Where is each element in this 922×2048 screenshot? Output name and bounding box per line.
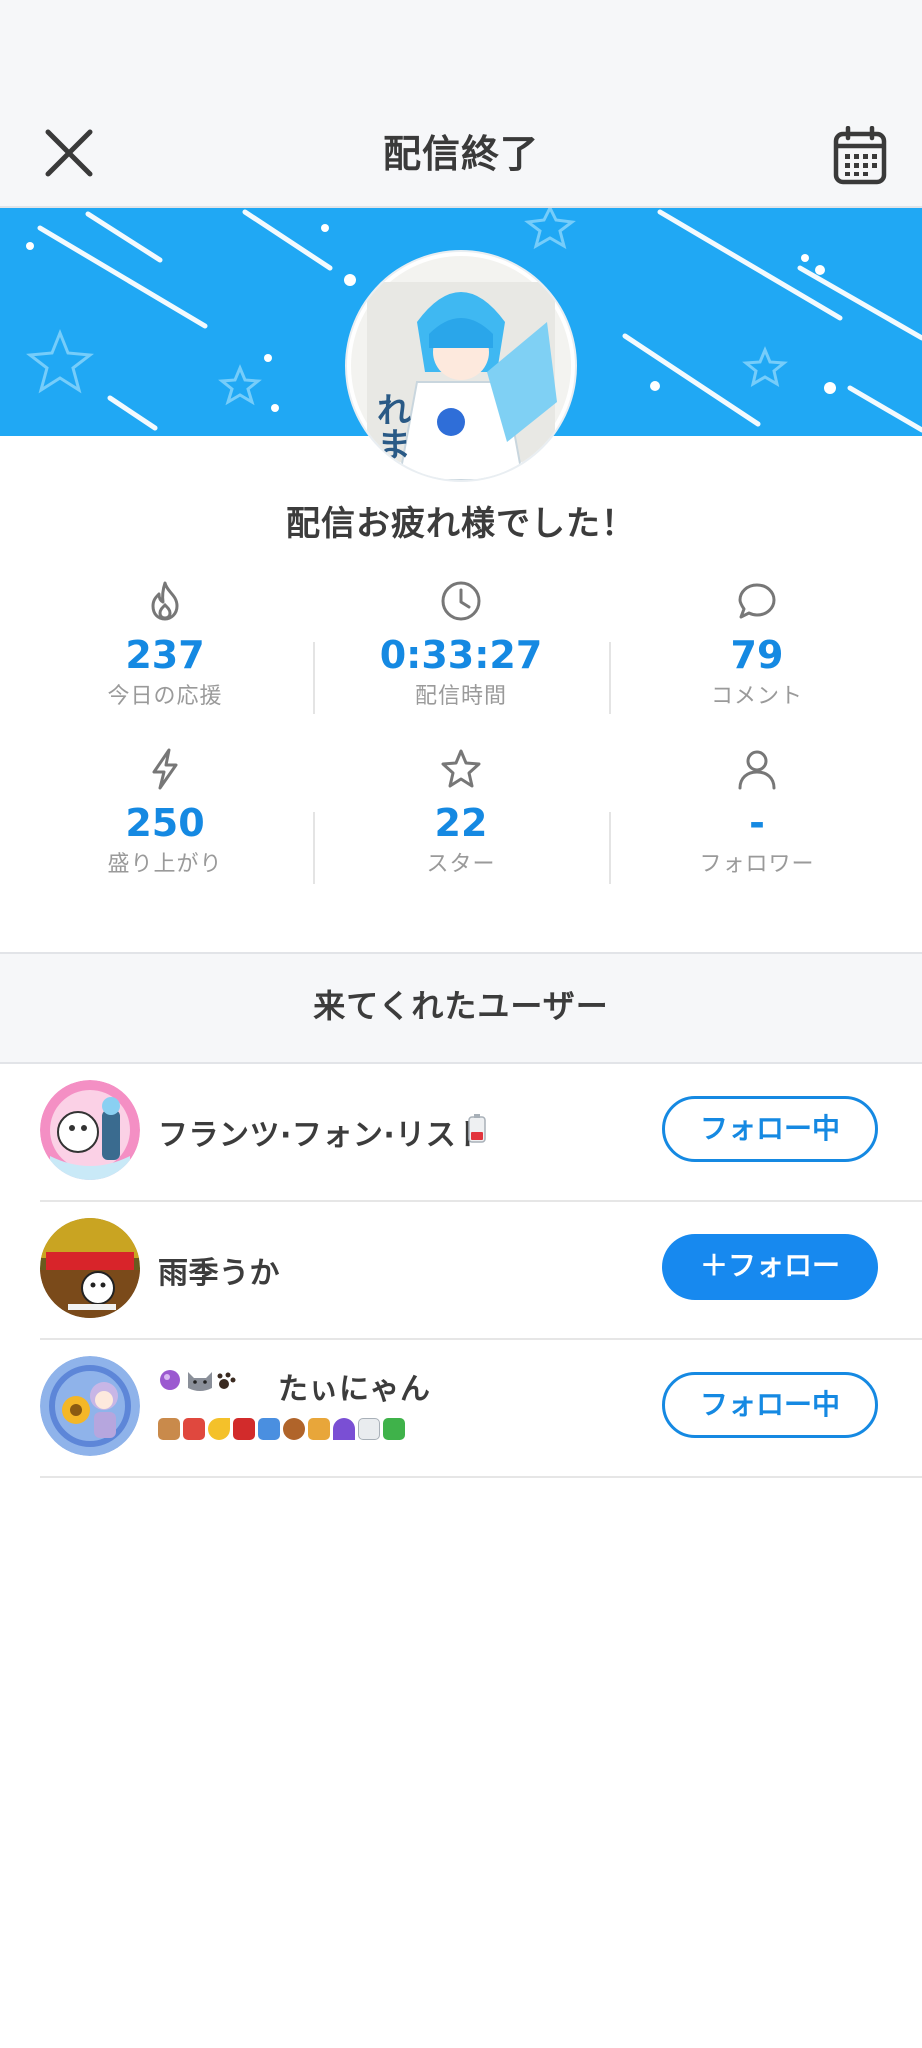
- lightning-icon: [152, 748, 178, 790]
- oni-mask-emoji-icon: [233, 1418, 255, 1440]
- header: 配信終了: [0, 100, 922, 208]
- stat-value: 22: [434, 801, 488, 845]
- following-button[interactable]: フォロー中: [662, 1096, 878, 1162]
- stat-divider: [609, 642, 611, 714]
- stat-label: コメント: [710, 684, 803, 709]
- stat-excitement: 250 盛り上がり: [17, 746, 313, 880]
- stat-label: 盛り上がり: [107, 852, 223, 877]
- thanks-message: 配信お疲れ様でした！: [286, 504, 636, 544]
- emoji-decoration-strip: [158, 1418, 405, 1440]
- user-avatar[interactable]: [40, 1356, 140, 1456]
- avatar-image: [40, 1218, 140, 1318]
- stat-followers: - フォロワー: [609, 746, 905, 880]
- section-title: 来てくれたユーザー: [313, 987, 609, 1025]
- user-name: 雨季うか: [158, 1256, 280, 1291]
- avatar-image: れ ま: [351, 256, 571, 480]
- calendar-icon: [833, 125, 887, 185]
- stat-label: スター: [426, 852, 496, 877]
- moon-emoji-icon: [208, 1418, 230, 1440]
- person-icon: [738, 750, 776, 790]
- butterfly-emoji-icon: [258, 1418, 280, 1440]
- feather-emoji-icon: [158, 1418, 180, 1440]
- beginner-mark-emoji-icon: [383, 1418, 405, 1440]
- emoji-prefix-icons: [160, 1370, 236, 1391]
- user-row: たぃにゃん フォロー中: [40, 1340, 922, 1478]
- star-icon: [441, 749, 481, 788]
- user-avatar[interactable]: [40, 1218, 140, 1318]
- stat-label: 今日の応援: [107, 684, 223, 709]
- stat-value: -: [749, 801, 765, 845]
- avatar-image: [40, 1080, 140, 1180]
- pudding-emoji-icon: [308, 1418, 330, 1440]
- stat-label: フォロワー: [699, 852, 815, 877]
- user-avatar[interactable]: [40, 1080, 140, 1180]
- umbrella-emoji-icon: [333, 1418, 355, 1440]
- stat-value: 79: [730, 633, 784, 677]
- stat-value: 250: [125, 801, 205, 845]
- stat-comments: 79 コメント: [609, 578, 905, 712]
- teddy-bear-emoji-icon: [283, 1418, 305, 1440]
- following-button[interactable]: フォロー中: [662, 1372, 878, 1438]
- stat-value: 0:33:27: [379, 633, 543, 677]
- stat-divider: [313, 812, 315, 884]
- stat-value: 237: [125, 633, 205, 677]
- svg-text:ま: ま: [377, 426, 411, 466]
- flame-icon: [151, 581, 179, 621]
- battery-emoji-icon: [468, 1114, 486, 1143]
- clock-icon: [441, 581, 481, 621]
- stat-stars: 22 スター: [313, 746, 609, 880]
- user-name: たぃにゃん: [278, 1372, 431, 1407]
- rocket-emoji-icon: [183, 1418, 205, 1440]
- page-title: 配信終了: [382, 132, 539, 176]
- streamer-avatar: れ ま: [347, 252, 575, 480]
- user-row: 雨季うか ＋フォロー: [40, 1202, 922, 1340]
- svg-text:れ: れ: [377, 391, 411, 431]
- comment-icon: [738, 583, 776, 619]
- calendar-button[interactable]: [826, 125, 896, 186]
- stat-divider: [313, 642, 315, 714]
- user-name: フランツ·フォン·リスト: [158, 1118, 487, 1153]
- visitors-section-header: 来てくれたユーザー: [0, 952, 922, 1064]
- stat-cheers: 237 今日の応援: [17, 578, 313, 712]
- user-row: フランツ·フォン·リスト フォロー中: [40, 1064, 922, 1202]
- avatar-image: [40, 1356, 140, 1456]
- stat-divider: [609, 812, 611, 884]
- stat-label: 配信時間: [414, 684, 507, 709]
- battery-emoji-icon: [358, 1418, 380, 1440]
- follow-button[interactable]: ＋フォロー: [662, 1234, 878, 1300]
- stat-duration: 0:33:27 配信時間: [313, 578, 609, 712]
